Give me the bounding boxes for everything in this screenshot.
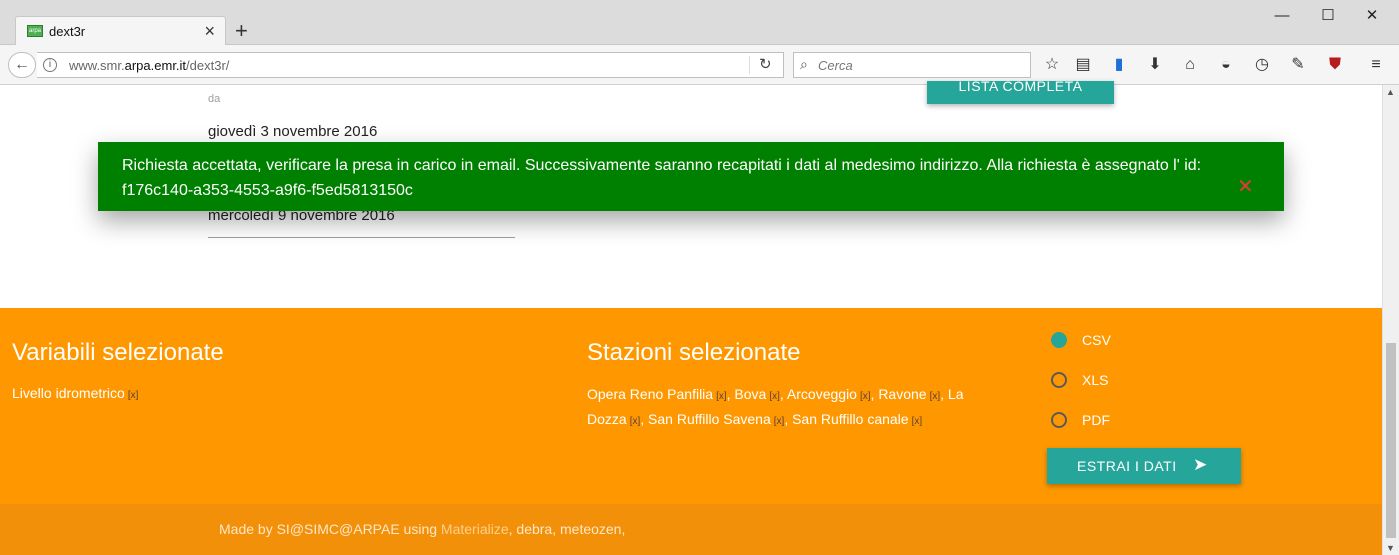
maximize-icon[interactable]: ☐	[1318, 8, 1338, 24]
search-icon: ⌕	[800, 56, 808, 72]
url-domain: arpa.emr.it	[124, 58, 187, 73]
date-field-underline	[208, 237, 515, 238]
close-window-icon[interactable]: ✕	[1362, 8, 1382, 24]
station-item: Opera Reno Panfilia [x]	[587, 386, 727, 402]
footer-text: Made by SI@SIMC@ARPAE using Materialize,…	[219, 521, 625, 537]
station-item: San Ruffillo canale [x]	[792, 411, 922, 427]
url-host: www.smr.	[69, 58, 125, 73]
browser-tab[interactable]: arpa dext3r ×	[15, 16, 226, 46]
new-tab-icon[interactable]: +	[235, 19, 248, 43]
search-bar[interactable]: ⌕	[793, 52, 1031, 78]
date-from-field[interactable]: giovedì 3 novembre 2016	[208, 123, 377, 140]
reading-list-icon[interactable]: ▤	[1072, 54, 1094, 76]
radio-unselected-icon	[1051, 412, 1067, 428]
variables-title: Variabili selezionate	[12, 339, 224, 366]
station-name: Ravone	[878, 386, 927, 402]
remove-station-link[interactable]: [x]	[716, 391, 727, 402]
footer-suffix: , debra, meteozen,	[508, 521, 626, 537]
download-icon[interactable]: ⬇	[1144, 54, 1166, 76]
list-complete-label: LISTA COMPLETA	[958, 81, 1083, 94]
station-name: San Ruffillo Savena	[648, 411, 771, 427]
radio-unselected-icon	[1051, 372, 1067, 388]
materialize-link[interactable]: Materialize	[441, 521, 509, 537]
url-text[interactable]: www.smr.arpa.emr.it/dext3r/	[69, 58, 229, 73]
menu-icon[interactable]: ≡	[1365, 54, 1387, 76]
format-radio-xls[interactable]: XLS	[1050, 370, 1170, 390]
wrench-icon[interactable]: ✎	[1287, 54, 1309, 76]
bookmark-star-icon[interactable]: ☆	[1041, 54, 1063, 76]
variable-item: Livello idrometrico [x]	[12, 385, 138, 401]
selection-panel: Variabili selezionate Livello idrometric…	[0, 308, 1382, 504]
station-name: Bova	[734, 386, 767, 402]
back-icon[interactable]: ←	[8, 52, 36, 78]
footer-prefix: Made by SI@SIMC@ARPAE using	[219, 521, 441, 537]
mask-icon[interactable]: ◒	[1215, 54, 1237, 76]
remove-station-link[interactable]: [x]	[912, 416, 923, 427]
scroll-up-icon[interactable]: ▲	[1386, 87, 1395, 97]
remove-station-link[interactable]: [x]	[930, 391, 941, 402]
stations-title: Stazioni selezionate	[587, 339, 801, 366]
favicon-icon: arpa	[27, 25, 43, 37]
url-bar[interactable]: i www.smr.arpa.emr.it/dext3r/ ↻	[37, 52, 784, 78]
station-item: San Ruffillo Savena [x]	[648, 411, 784, 427]
toast-message: Richiesta accettata, verificare la presa…	[122, 157, 1202, 199]
scrollbar[interactable]: ▲ ▼	[1382, 85, 1399, 555]
page-content: da giovedì 3 novembre 2016 mercoledì 9 n…	[0, 81, 1382, 555]
extract-data-label: ESTRAI I DATI	[1077, 458, 1177, 474]
station-item: Ravone [x]	[878, 386, 940, 402]
radio-selected-icon	[1051, 332, 1067, 348]
url-separator	[749, 56, 750, 74]
database-icon[interactable]: ▮	[1108, 54, 1130, 76]
ublock-icon[interactable]: ⛊	[1324, 54, 1346, 76]
format-radio-csv[interactable]: CSV	[1050, 330, 1170, 350]
format-label: XLS	[1082, 372, 1109, 388]
station-name: Opera Reno Panfilia	[587, 386, 714, 402]
tab-title: dext3r	[49, 24, 86, 39]
tab-strip: arpa dext3r × + — ☐ ✕	[0, 0, 1399, 46]
scroll-down-icon[interactable]: ▼	[1386, 543, 1395, 553]
footer: Made by SI@SIMC@ARPAE using Materialize,…	[0, 504, 1382, 555]
list-complete-button[interactable]: LISTA COMPLETA	[927, 81, 1114, 104]
station-item: Arcoveggio [x]	[787, 386, 871, 402]
station-item: Bova [x]	[734, 386, 779, 402]
url-path: /dext3r/	[186, 58, 230, 73]
station-name: San Ruffillo canale	[792, 411, 909, 427]
send-icon: ➤	[1193, 455, 1208, 474]
nav-bar: ← i www.smr.arpa.emr.it/dext3r/ ↻ ⌕ ☆ ▤ …	[0, 45, 1399, 85]
toast-close-icon[interactable]: ✕	[1237, 176, 1254, 198]
tab-close-icon[interactable]: ×	[204, 21, 215, 41]
station-name: Arcoveggio	[786, 386, 857, 402]
remove-station-link[interactable]: [x]	[860, 391, 871, 402]
format-label: PDF	[1082, 412, 1110, 428]
scroll-thumb[interactable]	[1386, 343, 1396, 538]
history-icon[interactable]: ◷	[1251, 54, 1273, 76]
extract-data-button[interactable]: ESTRAI I DATI ➤	[1047, 448, 1241, 484]
remove-variable-link[interactable]: [x]	[128, 390, 139, 401]
stations-list: Opera Reno Panfilia [x], Bova [x], Arcoveg…	[587, 386, 964, 427]
minimize-icon[interactable]: —	[1272, 8, 1292, 24]
reload-icon[interactable]: ↻	[759, 55, 772, 73]
variable-name: Livello idrometrico	[12, 385, 125, 401]
remove-station-link[interactable]: [x]	[630, 416, 641, 427]
home-icon[interactable]: ⌂	[1179, 54, 1201, 76]
date-from-label: da	[208, 93, 221, 105]
toast-notification: Richiesta accettata, verificare la presa…	[98, 142, 1284, 211]
remove-station-link[interactable]: [x]	[769, 391, 780, 402]
search-input[interactable]	[818, 57, 1018, 74]
format-label: CSV	[1082, 332, 1111, 348]
format-radio-pdf[interactable]: PDF	[1050, 410, 1170, 430]
remove-station-link[interactable]: [x]	[774, 416, 785, 427]
info-icon[interactable]: i	[43, 58, 57, 72]
